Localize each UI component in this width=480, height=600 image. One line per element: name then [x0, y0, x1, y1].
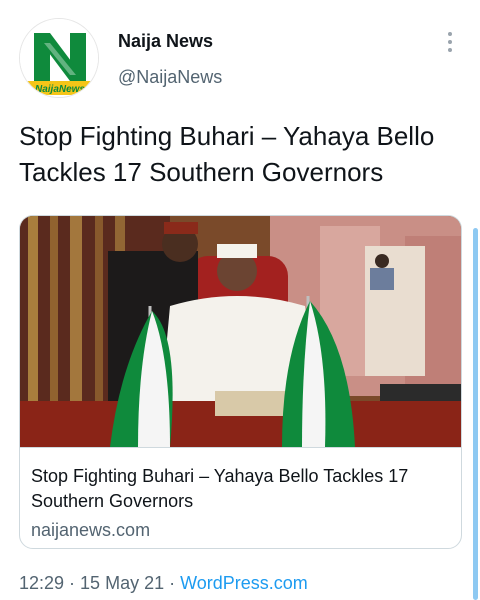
news-photo-image: [20, 216, 461, 447]
link-card-title[interactable]: Stop Fighting Buhari – Yahaya Bello Tack…: [31, 464, 451, 514]
link-card-image[interactable]: [20, 216, 461, 447]
account-name[interactable]: Naija News: [118, 31, 213, 52]
tweet-text: Stop Fighting Buhari – Yahaya Bello Tack…: [19, 121, 435, 187]
tweet-time[interactable]: 12:29: [19, 573, 64, 593]
avatar-logo-text: NaijaNews: [35, 84, 85, 95]
scrollbar[interactable]: [473, 228, 478, 600]
separator-dot: ·: [164, 573, 181, 593]
link-card-domain: naijanews.com: [31, 520, 151, 540]
tweet-source-link[interactable]: WordPress.com: [180, 573, 308, 593]
naija-news-logo-icon: NaijaNews: [20, 19, 98, 97]
tweet-header: NaijaNews Naija News @NaijaNews: [0, 0, 480, 110]
link-card[interactable]: Stop Fighting Buhari – Yahaya Bello Tack…: [19, 215, 462, 549]
link-card-body[interactable]: Stop Fighting Buhari – Yahaya Bello Tack…: [20, 447, 461, 548]
tweet-metadata: 12:29 · 15 May 21 · WordPress.com: [19, 573, 308, 594]
separator-dot: ·: [64, 573, 81, 593]
avatar[interactable]: NaijaNews: [19, 18, 99, 98]
account-handle[interactable]: @NaijaNews: [118, 67, 222, 88]
tweet-date[interactable]: 15 May 21: [80, 573, 164, 593]
more-options-icon[interactable]: [438, 30, 462, 54]
